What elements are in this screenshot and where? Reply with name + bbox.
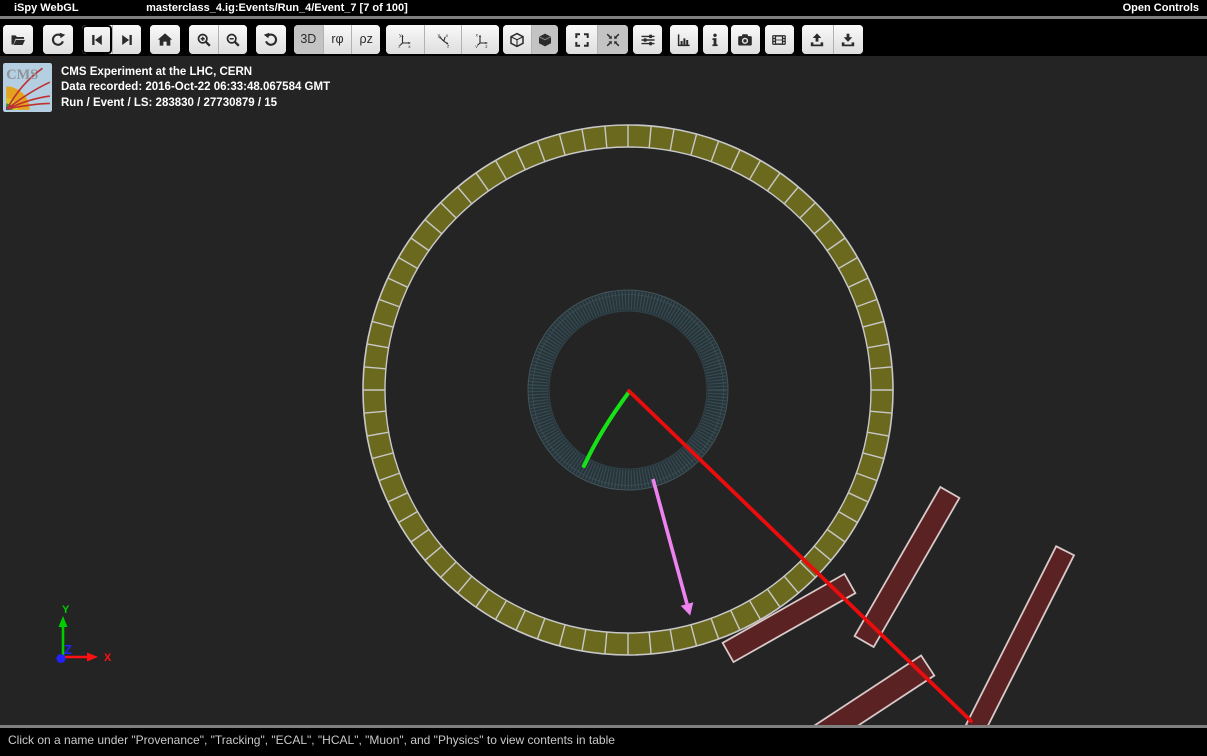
event-file-title: masterclass_4.ig:Events/Run_4/Event_7 [7…: [146, 2, 408, 14]
event-display-area[interactable]: Y X Z CMS CMS Experiment at the LHC, CERN …: [0, 56, 1207, 725]
svg-text:CMS: CMS: [6, 67, 38, 83]
view-axes-xz-button[interactable]: yxz: [424, 25, 462, 54]
enter-fullscreen-button[interactable]: [566, 25, 597, 54]
cube-outline-icon: [509, 32, 525, 48]
svg-text:z: z: [447, 43, 450, 48]
compress-icon: [605, 32, 621, 48]
previous-event-button[interactable]: [82, 25, 112, 54]
import-file-button[interactable]: [802, 25, 833, 54]
summary-tables-button[interactable]: [670, 25, 698, 54]
camera-icon: [737, 32, 753, 48]
undo-icon: [263, 32, 279, 48]
status-bar-message: Click on a name under "Provenance", "Tra…: [0, 728, 1207, 756]
download-icon: [840, 32, 856, 48]
expand-icon: [574, 32, 590, 48]
view-rhoz-button[interactable]: ρz: [351, 25, 380, 54]
z-axis-label: Z: [64, 642, 72, 657]
upload-icon: [809, 32, 825, 48]
orthographic-view-button[interactable]: [531, 25, 559, 54]
toolbar: 3Drφρzyzxyxzxyz: [0, 19, 1207, 56]
axes-xz-icon: yxz: [435, 32, 451, 48]
svg-text:z: z: [485, 43, 488, 47]
home-view-button[interactable]: [150, 25, 180, 54]
zoom-in-icon: [196, 32, 212, 48]
y-axis-arrowhead: [59, 616, 68, 627]
toolbar-top-divider: [0, 16, 1207, 19]
reload-button[interactable]: [43, 25, 73, 54]
toolbar-group: [731, 25, 760, 54]
event-information-button[interactable]: [703, 25, 728, 54]
toolbar-group: [633, 25, 662, 54]
chart-icon: [676, 32, 692, 48]
view-axes-yz-button[interactable]: xyz: [461, 25, 499, 54]
home-icon: [157, 32, 173, 48]
event-display-canvas[interactable]: Y X Z: [0, 56, 1207, 725]
zoom-in-button[interactable]: [189, 25, 218, 54]
axes-triad: Y X Z: [57, 604, 113, 664]
zoom-out-button[interactable]: [218, 25, 247, 54]
met-arrow-shaft: [653, 479, 687, 604]
next-event-icon: [119, 32, 135, 48]
view-3d-button[interactable]: 3D: [294, 25, 323, 54]
met-arrow-head: [681, 602, 694, 615]
toolbar-group: [82, 25, 141, 54]
toolbar-group: [802, 25, 863, 54]
green-track[interactable]: [584, 392, 629, 466]
met-arrow[interactable]: [653, 479, 693, 616]
cms-logo: CMS: [3, 63, 52, 112]
undo-button[interactable]: [256, 25, 286, 54]
prev-event-icon: [89, 32, 105, 48]
view-rphi-button[interactable]: rφ: [323, 25, 352, 54]
next-event-button[interactable]: [112, 25, 142, 54]
toolbar-group: [670, 25, 698, 54]
axes-yx-icon: yzx: [397, 32, 413, 48]
toolbar-group: [43, 25, 73, 54]
view-3d-label: 3D: [300, 33, 316, 46]
toolbar-group: [256, 25, 286, 54]
x-axis-label: X: [104, 652, 112, 664]
view-axes-yx-button[interactable]: yzx: [386, 25, 424, 54]
folder-open-icon: [10, 32, 26, 48]
z-axis-arrowhead: [57, 654, 66, 663]
sliders-icon: [640, 32, 656, 48]
toolbar-group: [150, 25, 180, 54]
export-file-button[interactable]: [833, 25, 864, 54]
toolbar-group: [3, 25, 33, 54]
app-title: iSpy WebGL: [14, 2, 79, 14]
y-axis-label: Y: [62, 604, 70, 616]
screenshot-button[interactable]: [731, 25, 760, 54]
toolbar-group: [189, 25, 247, 54]
muon-chamber-box[interactable]: [966, 546, 1074, 725]
open-controls-toggle[interactable]: Open Controls: [1123, 2, 1199, 14]
animation-button[interactable]: [765, 25, 794, 54]
perspective-view-button[interactable]: [503, 25, 531, 54]
svg-text:x: x: [446, 32, 449, 37]
film-icon: [771, 32, 787, 48]
experiment-title: CMS Experiment at the LHC, CERN: [61, 65, 330, 80]
view-rhoz-label: ρz: [360, 33, 373, 46]
x-axis-arrowhead: [87, 653, 98, 662]
refresh-icon: [50, 32, 66, 48]
axes-yz-icon: xyz: [473, 32, 489, 48]
data-recorded-timestamp: Data recorded: 2016-Oct-22 06:33:48.0675…: [61, 80, 330, 95]
toolbar-group: [703, 25, 728, 54]
view-rphi-label: rφ: [331, 33, 343, 46]
cube-solid-icon: [537, 32, 553, 48]
title-bar: iSpy WebGL masterclass_4.ig:Events/Run_4…: [0, 0, 1207, 16]
svg-text:x: x: [408, 43, 411, 47]
statusbar-divider: [0, 725, 1207, 728]
svg-text:x: x: [475, 32, 478, 37]
zoom-out-icon: [225, 32, 241, 48]
toolbar-group: 3D rφ ρz: [294, 25, 380, 54]
toolbar-group: [566, 25, 628, 54]
display-settings-button[interactable]: [633, 25, 662, 54]
toolbar-group: [765, 25, 794, 54]
event-info-block: CMS CMS Experiment at the LHC, CERN Data…: [3, 63, 330, 112]
exit-fullscreen-button[interactable]: [597, 25, 628, 54]
info-icon: [707, 32, 723, 48]
toolbar-group: yzxyxzxyz: [386, 25, 499, 54]
open-file-button[interactable]: [3, 25, 33, 54]
toolbar-group: [503, 25, 558, 54]
run-event-ls: Run / Event / LS: 283830 / 27730879 / 15: [61, 96, 330, 111]
